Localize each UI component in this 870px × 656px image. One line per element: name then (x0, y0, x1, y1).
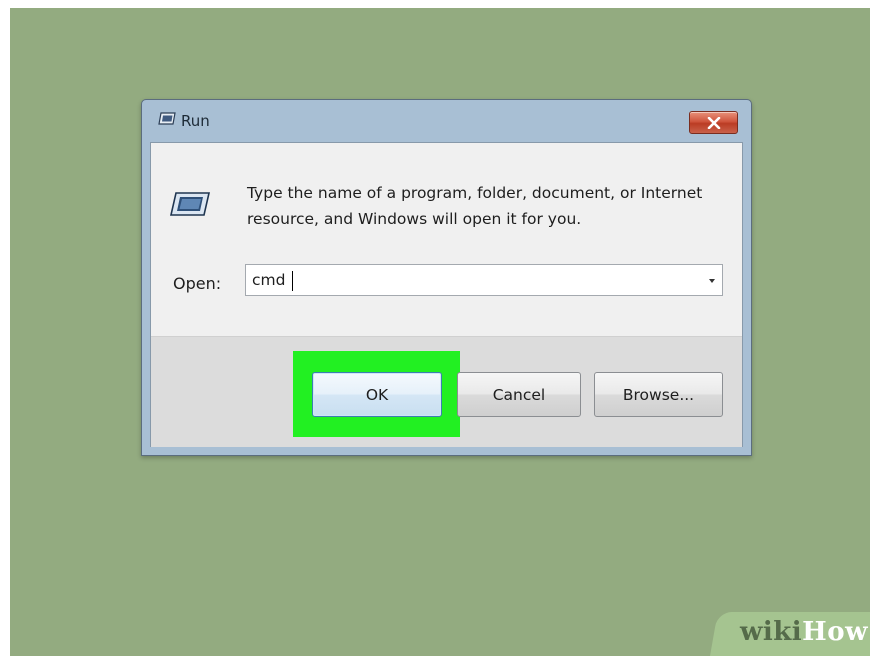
open-label: Open: (173, 274, 222, 293)
watermark-how: How (802, 617, 868, 647)
watermark-logo: wikiHow (740, 617, 868, 647)
watermark-wiki: wiki (740, 617, 803, 647)
dialog-description: Type the name of a program, folder, docu… (247, 184, 703, 228)
dropdown-arrow-icon[interactable] (709, 279, 715, 283)
run-icon (170, 192, 210, 216)
cancel-button[interactable]: Cancel (457, 372, 581, 417)
window-title: Run (181, 112, 210, 130)
run-icon (158, 112, 176, 125)
ok-button[interactable]: OK (312, 372, 442, 417)
close-button[interactable] (689, 111, 738, 134)
open-input[interactable] (252, 269, 682, 291)
text-cursor (292, 271, 293, 291)
close-icon (707, 116, 720, 129)
browse-button[interactable]: Browse... (594, 372, 723, 417)
open-combobox[interactable] (245, 264, 723, 296)
title-bar[interactable]: Run (142, 100, 751, 140)
